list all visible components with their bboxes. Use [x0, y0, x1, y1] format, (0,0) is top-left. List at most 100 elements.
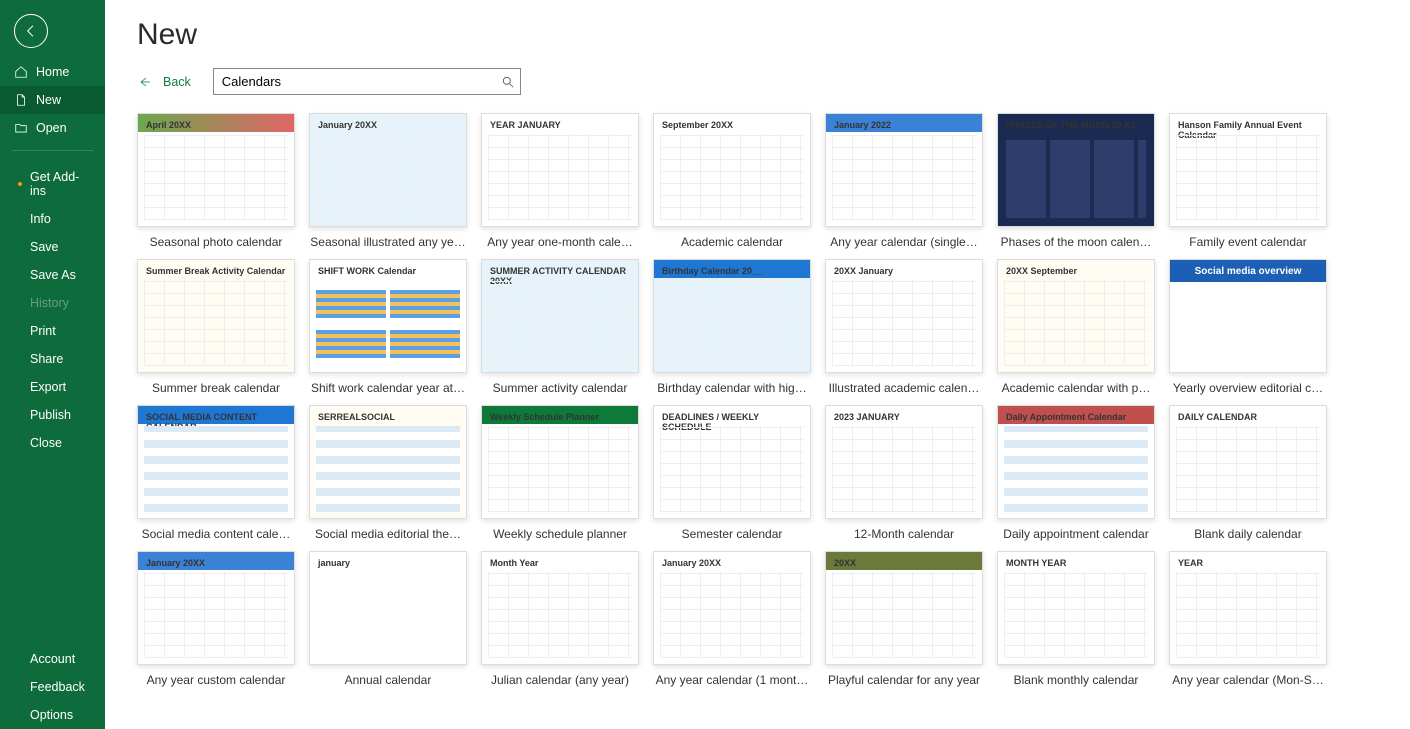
thumbnail-heading: 2023 JANUARY — [834, 412, 900, 422]
thumbnail-heading: 20XX January — [834, 266, 893, 276]
template-caption: Seasonal photo calendar — [137, 235, 295, 249]
template-thumbnail: 2023 JANUARY — [825, 405, 983, 519]
template-tile[interactable]: SUMMER ACTIVITY CALENDAR 20XX Summer acti… — [481, 259, 639, 395]
sidebar-item-feedback[interactable]: Feedback — [0, 673, 105, 701]
template-tile[interactable]: YEAR Any year calendar (Mon-S… — [1169, 551, 1327, 687]
sidebar-item-export[interactable]: Export — [0, 373, 105, 401]
template-tile[interactable]: DAILY CALENDAR Blank daily calendar — [1169, 405, 1327, 541]
template-thumbnail: Hanson Family Annual Event Calendar — [1169, 113, 1327, 227]
sidebar-item-print[interactable]: Print — [0, 317, 105, 345]
sidebar-item-history: History — [0, 289, 105, 317]
template-thumbnail: Summer Break Activity Calendar — [137, 259, 295, 373]
sidebar-item-share[interactable]: Share — [0, 345, 105, 373]
sidebar-item-publish[interactable]: Publish — [0, 401, 105, 429]
sidebar-item-open[interactable]: Open — [0, 114, 105, 142]
thumbnail-heading: january — [318, 558, 350, 568]
template-thumbnail: April 20XX — [137, 113, 295, 227]
template-tile[interactable]: Birthday Calendar 20__Birthday calendar … — [653, 259, 811, 395]
template-tile[interactable]: SHIFT WORK Calendar Shift work calendar y… — [309, 259, 467, 395]
thumbnail-heading: DAILY CALENDAR — [1178, 412, 1257, 422]
back-link[interactable]: Back — [137, 75, 191, 89]
template-caption: Phases of the moon calen… — [997, 235, 1155, 249]
home-icon — [14, 65, 28, 79]
template-thumbnail: Birthday Calendar 20__ — [653, 259, 811, 373]
sidebar-item-label: Home — [36, 65, 69, 79]
template-tile[interactable]: Hanson Family Annual Event Calendar Famil… — [1169, 113, 1327, 249]
template-thumbnail: Month Year — [481, 551, 639, 665]
template-caption: Yearly overview editorial c… — [1169, 381, 1327, 395]
template-thumbnail: YEAR — [1169, 551, 1327, 665]
template-caption: Daily appointment calendar — [997, 527, 1155, 541]
thumbnail-heading: Month Year — [490, 558, 538, 568]
template-thumbnail: January 20XX — [653, 551, 811, 665]
thumbnail-heading: September 20XX — [662, 120, 733, 130]
template-caption: Any year calendar (single… — [825, 235, 983, 249]
template-thumbnail: September 20XX — [653, 113, 811, 227]
template-tile[interactable]: YEAR JANUARYAny year one-month cale… — [481, 113, 639, 249]
template-caption: Shift work calendar year at… — [309, 381, 467, 395]
template-tile[interactable]: September 20XXAcademic calendar — [653, 113, 811, 249]
template-tile[interactable]: Month YearJulian calendar (any year) — [481, 551, 639, 687]
thumbnail-heading: MONTH YEAR — [1006, 558, 1066, 568]
sidebar-item-account[interactable]: Account — [0, 645, 105, 673]
template-tile[interactable]: January 20XXAny year custom calendar — [137, 551, 295, 687]
template-tile[interactable]: 20XXPlayful calendar for any year — [825, 551, 983, 687]
sidebar-item-info[interactable]: Info — [0, 205, 105, 233]
thumbnail-heading: Hanson Family Annual Event Calendar — [1178, 120, 1326, 140]
template-caption: Any year calendar (Mon-S… — [1169, 673, 1327, 687]
sidebar-item-saveas[interactable]: Save As — [0, 261, 105, 289]
sidebar-item-save[interactable]: Save — [0, 233, 105, 261]
template-tile[interactable]: April 20XX Seasonal photo calendar — [137, 113, 295, 249]
template-tile[interactable]: SOCIAL MEDIA CONTENT CALENDARSocial medi… — [137, 405, 295, 541]
template-thumbnail: Social media overview — [1169, 259, 1327, 373]
template-caption: Social media editorial the… — [309, 527, 467, 541]
template-tile[interactable]: 2023 JANUARY12-Month calendar — [825, 405, 983, 541]
template-thumbnail: Daily Appointment Calendar — [997, 405, 1155, 519]
template-thumbnail: January 20XX — [309, 113, 467, 227]
template-tile[interactable]: January 20XXAny year calendar (1 mont… — [653, 551, 811, 687]
template-tile[interactable]: MONTH YEARBlank monthly calendar — [997, 551, 1155, 687]
template-caption: Weekly schedule planner — [481, 527, 639, 541]
template-caption: Summer activity calendar — [481, 381, 639, 395]
thumbnail-heading: Daily Appointment Calendar — [1006, 412, 1126, 422]
template-caption: Any year one-month cale… — [481, 235, 639, 249]
template-tile[interactable]: DEADLINES / WEEKLY SCHEDULESemester cale… — [653, 405, 811, 541]
thumbnail-heading: April 20XX — [146, 120, 191, 130]
template-tile[interactable]: Summer Break Activity Calendar Summer bre… — [137, 259, 295, 395]
template-tile[interactable]: 20XX JanuaryIllustrated academic calen… — [825, 259, 983, 395]
folder-icon — [14, 121, 28, 135]
template-tile[interactable]: January 20XXSeasonal illustrated any ye… — [309, 113, 467, 249]
sidebar-item-options[interactable]: Options — [0, 701, 105, 729]
search-input[interactable] — [213, 68, 521, 95]
template-tile[interactable]: SERREALSOCIALSocial media editorial the… — [309, 405, 467, 541]
template-caption: Any year custom calendar — [137, 673, 295, 687]
file-icon — [14, 93, 28, 107]
template-caption: Academic calendar with p… — [997, 381, 1155, 395]
sidebar-item-close[interactable]: Close — [0, 429, 105, 457]
sidebar-item-new[interactable]: New — [0, 86, 105, 114]
template-thumbnail: SHIFT WORK Calendar — [309, 259, 467, 373]
template-tile[interactable]: PHASES OF THE MOON 20 XXPhases of the mo… — [997, 113, 1155, 249]
template-tile[interactable]: Daily Appointment Calendar Daily appointm… — [997, 405, 1155, 541]
template-caption: Social media content cale… — [137, 527, 295, 541]
sidebar-separator — [12, 150, 93, 151]
template-tile[interactable]: January 2022Any year calendar (single… — [825, 113, 983, 249]
thumbnail-heading: SUMMER ACTIVITY CALENDAR 20XX — [490, 266, 638, 286]
template-caption: Summer break calendar — [137, 381, 295, 395]
template-tile[interactable]: 20XX September Academic calendar with p… — [997, 259, 1155, 395]
template-tile[interactable]: Weekly Schedule PlannerWeekly schedule p… — [481, 405, 639, 541]
template-caption: Blank daily calendar — [1169, 527, 1327, 541]
backstage-sidebar: Home New Open Get Add-insInfoSaveSave AsHi… — [0, 0, 105, 729]
main-area: New Back April 20XX Seasonal photo calend… — [105, 0, 1410, 729]
sidebar-item-home[interactable]: Home — [0, 58, 105, 86]
thumbnail-heading: 20XX September — [1006, 266, 1077, 276]
sidebar-item-label: New — [36, 93, 61, 107]
template-tile[interactable]: januaryAnnual calendar — [309, 551, 467, 687]
template-tile[interactable]: Social media overview Yearly overview edi… — [1169, 259, 1327, 395]
search-icon[interactable] — [501, 75, 515, 89]
back-button[interactable] — [14, 14, 48, 48]
page-title: New — [137, 18, 1382, 52]
sidebar-item-addins[interactable]: Get Add-ins — [0, 163, 105, 205]
thumbnail-heading: Birthday Calendar 20__ — [662, 266, 762, 276]
template-caption: Family event calendar — [1169, 235, 1327, 249]
